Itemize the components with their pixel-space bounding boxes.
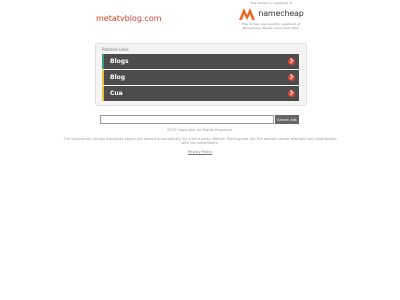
chevron-right-icon: ❯ bbox=[288, 89, 295, 97]
search-bar: Search Ads bbox=[100, 115, 300, 124]
related-link-blogs[interactable]: Blogs ❯ bbox=[102, 54, 299, 69]
namecheap-icon bbox=[239, 8, 256, 20]
related-link-label: Cua bbox=[110, 89, 123, 97]
link-accent-bar bbox=[102, 54, 104, 69]
footer: 2025 Copyright. All Rights Reserved. The… bbox=[60, 128, 340, 154]
registrar-bottom-text: This domain was recently registered at N… bbox=[241, 22, 301, 30]
search-ads-button[interactable]: Search Ads bbox=[275, 115, 299, 124]
registrar-notice: This domain is registered at namecheap T… bbox=[232, 1, 310, 30]
related-link-cua[interactable]: Cua ❯ bbox=[102, 86, 299, 101]
registrar-top-text: This domain is registered at bbox=[250, 1, 292, 5]
related-links-list: Blogs ❯ Blog ❯ Cua ❯ bbox=[102, 54, 299, 102]
site-title[interactable]: metatvblog.com bbox=[96, 14, 162, 23]
chevron-right-icon: ❯ bbox=[288, 57, 295, 65]
related-links-label: Related Links bbox=[102, 47, 129, 52]
related-link-label: Blogs bbox=[110, 57, 129, 65]
related-link-blog[interactable]: Blog ❯ bbox=[102, 70, 299, 85]
chevron-right-icon: ❯ bbox=[288, 73, 295, 81]
link-accent-bar bbox=[102, 70, 104, 85]
disclaimer-text: The Sponsored Listings displayed above a… bbox=[63, 136, 337, 146]
namecheap-logo[interactable]: namecheap bbox=[232, 7, 310, 21]
copyright-text: 2025 Copyright. All Rights Reserved. bbox=[166, 128, 234, 132]
related-links-panel: Related Links Blogs ❯ Blog ❯ Cua ❯ bbox=[95, 43, 307, 106]
search-input[interactable] bbox=[100, 115, 274, 124]
link-accent-bar bbox=[102, 86, 104, 101]
related-link-label: Blog bbox=[110, 73, 126, 81]
namecheap-logo-text: namecheap bbox=[258, 9, 304, 18]
privacy-policy-link[interactable]: Privacy Policy bbox=[188, 150, 213, 154]
